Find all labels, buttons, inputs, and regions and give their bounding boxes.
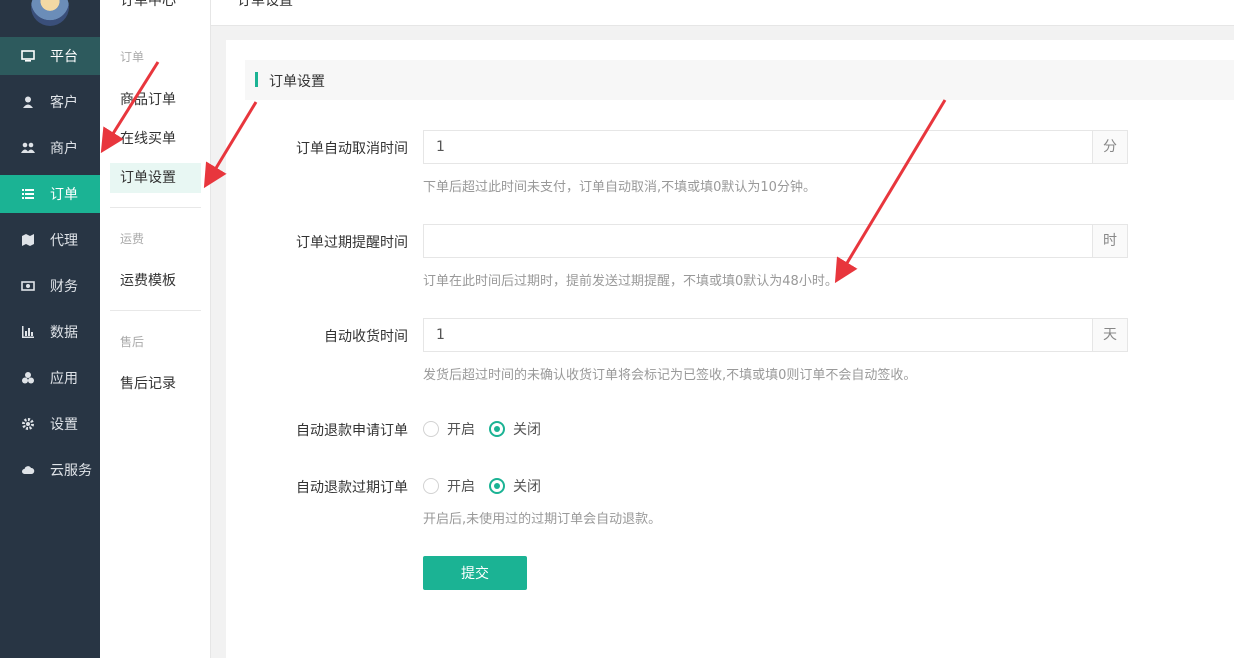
expire-remind-field: 时	[423, 224, 1128, 258]
radio-label: 开启	[447, 422, 475, 438]
sidebar-item-label: 应用	[50, 371, 78, 387]
radio-label: 关闭	[513, 422, 541, 438]
radio-circle-icon	[423, 478, 439, 494]
monitor-icon	[20, 49, 36, 63]
sidebar-item-settings[interactable]: 设置	[0, 405, 100, 443]
sidebar-item-customer[interactable]: 客户	[0, 83, 100, 121]
breadcrumb: 订单设置	[237, 0, 293, 9]
section-accent-bar	[255, 72, 258, 87]
subnav-link-after-sales[interactable]: 售后记录	[110, 369, 201, 399]
sidebar-item-label: 客户	[50, 95, 78, 111]
auto-receive-label: 自动收货时间	[324, 329, 408, 345]
sidebar-item-label: 数据	[50, 325, 78, 341]
divider	[110, 207, 201, 208]
refund-apply-off-radio[interactable]: 关闭	[489, 419, 541, 439]
sidebar-item-data[interactable]: 数据	[0, 313, 100, 351]
auto-receive-hint: 发货后超过时间的未确认收货订单将会标记为已签收,不填或填0则订单不会自动签收。	[423, 368, 917, 383]
user-icon	[20, 95, 36, 109]
sidebar-item-apps[interactable]: 应用	[0, 359, 100, 397]
subnav-link-order-settings[interactable]: 订单设置	[110, 163, 201, 193]
sidebar-item-platform[interactable]: 平台	[0, 37, 100, 75]
radio-circle-icon	[423, 421, 439, 437]
refund-expire-off-radio[interactable]: 关闭	[489, 476, 541, 496]
cancel-time-input[interactable]	[424, 131, 1092, 163]
refund-expire-on-radio[interactable]: 开启	[423, 476, 475, 496]
main-sidebar: 平台 客户 商户 订单 代理 财务 数据 应用 设置 云服务	[0, 0, 100, 658]
radio-label: 关闭	[513, 479, 541, 495]
cloud-icon	[20, 463, 36, 477]
sidebar-item-label: 云服务	[50, 463, 92, 479]
sidebar-item-label: 商户	[50, 141, 78, 157]
cancel-time-label: 订单自动取消时间	[296, 141, 408, 157]
refund-apply-radio-group: 开启 关闭	[423, 419, 555, 439]
radio-label: 开启	[447, 479, 475, 495]
divider	[110, 310, 201, 311]
section-header: 订单设置	[245, 60, 1234, 100]
sidebar-item-label: 订单	[50, 187, 78, 203]
map-icon	[20, 233, 36, 247]
sidebar-item-label: 平台	[50, 49, 78, 65]
sidebar-item-label: 代理	[50, 233, 78, 249]
section-title: 订单设置	[269, 74, 325, 90]
auto-receive-field: 天	[423, 318, 1128, 352]
auto-receive-input[interactable]	[424, 319, 1092, 351]
logo	[31, 0, 69, 26]
subnav-link-product-orders[interactable]: 商品订单	[110, 85, 201, 115]
sidebar-item-label: 财务	[50, 279, 78, 295]
subnav-group-label: 订单	[120, 50, 145, 64]
sidebar-item-agent[interactable]: 代理	[0, 221, 100, 259]
refund-expire-radio-group: 开启 关闭	[423, 476, 555, 496]
sidebar-item-merchant[interactable]: 商户	[0, 129, 100, 167]
breadcrumb-bar: 订单设置	[211, 0, 1234, 26]
refund-apply-label: 自动退款申请订单	[296, 423, 408, 439]
list-icon	[20, 187, 36, 201]
users-icon	[20, 141, 36, 155]
subnav-group-label: 售后	[120, 335, 145, 349]
subnav-group-label: 运费	[120, 232, 145, 246]
expire-remind-input[interactable]	[424, 225, 1092, 257]
refund-expire-hint: 开启后,未使用过的过期订单会自动退款。	[423, 512, 662, 527]
cancel-time-unit: 分	[1092, 131, 1127, 163]
sidebar-item-label: 设置	[50, 417, 78, 433]
cancel-time-hint: 下单后超过此时间未支付，订单自动取消,不填或填0默认为10分钟。	[423, 180, 816, 195]
radio-checked-icon	[489, 478, 505, 494]
gear-icon	[20, 417, 36, 431]
money-icon	[20, 279, 36, 293]
sidebar-item-order[interactable]: 订单	[0, 175, 100, 213]
sidebar-item-finance[interactable]: 财务	[0, 267, 100, 305]
expire-remind-hint: 订单在此时间后过期时，提前发送过期提醒，不填或填0默认为48小时。	[423, 274, 838, 289]
auto-receive-unit: 天	[1092, 319, 1127, 351]
subnav-link-shipping-template[interactable]: 运费模板	[110, 266, 201, 296]
refund-apply-on-radio[interactable]: 开启	[423, 419, 475, 439]
expire-remind-label: 订单过期提醒时间	[296, 235, 408, 251]
subnav-link-online-pay[interactable]: 在线买单	[110, 124, 201, 154]
cancel-time-field: 分	[423, 130, 1128, 164]
bar-chart-icon	[20, 325, 36, 339]
submit-button[interactable]: 提交	[423, 556, 527, 590]
refund-expire-label: 自动退款过期订单	[296, 480, 408, 496]
expire-remind-unit: 时	[1092, 225, 1127, 257]
cubes-icon	[20, 371, 36, 385]
sub-sidebar: 订单中心 订单 商品订单 在线买单 订单设置 运费 运费模板 售后 售后记录	[100, 0, 211, 658]
radio-checked-icon	[489, 421, 505, 437]
subnav-title: 订单中心	[120, 0, 176, 9]
sidebar-item-cloud[interactable]: 云服务	[0, 451, 100, 489]
